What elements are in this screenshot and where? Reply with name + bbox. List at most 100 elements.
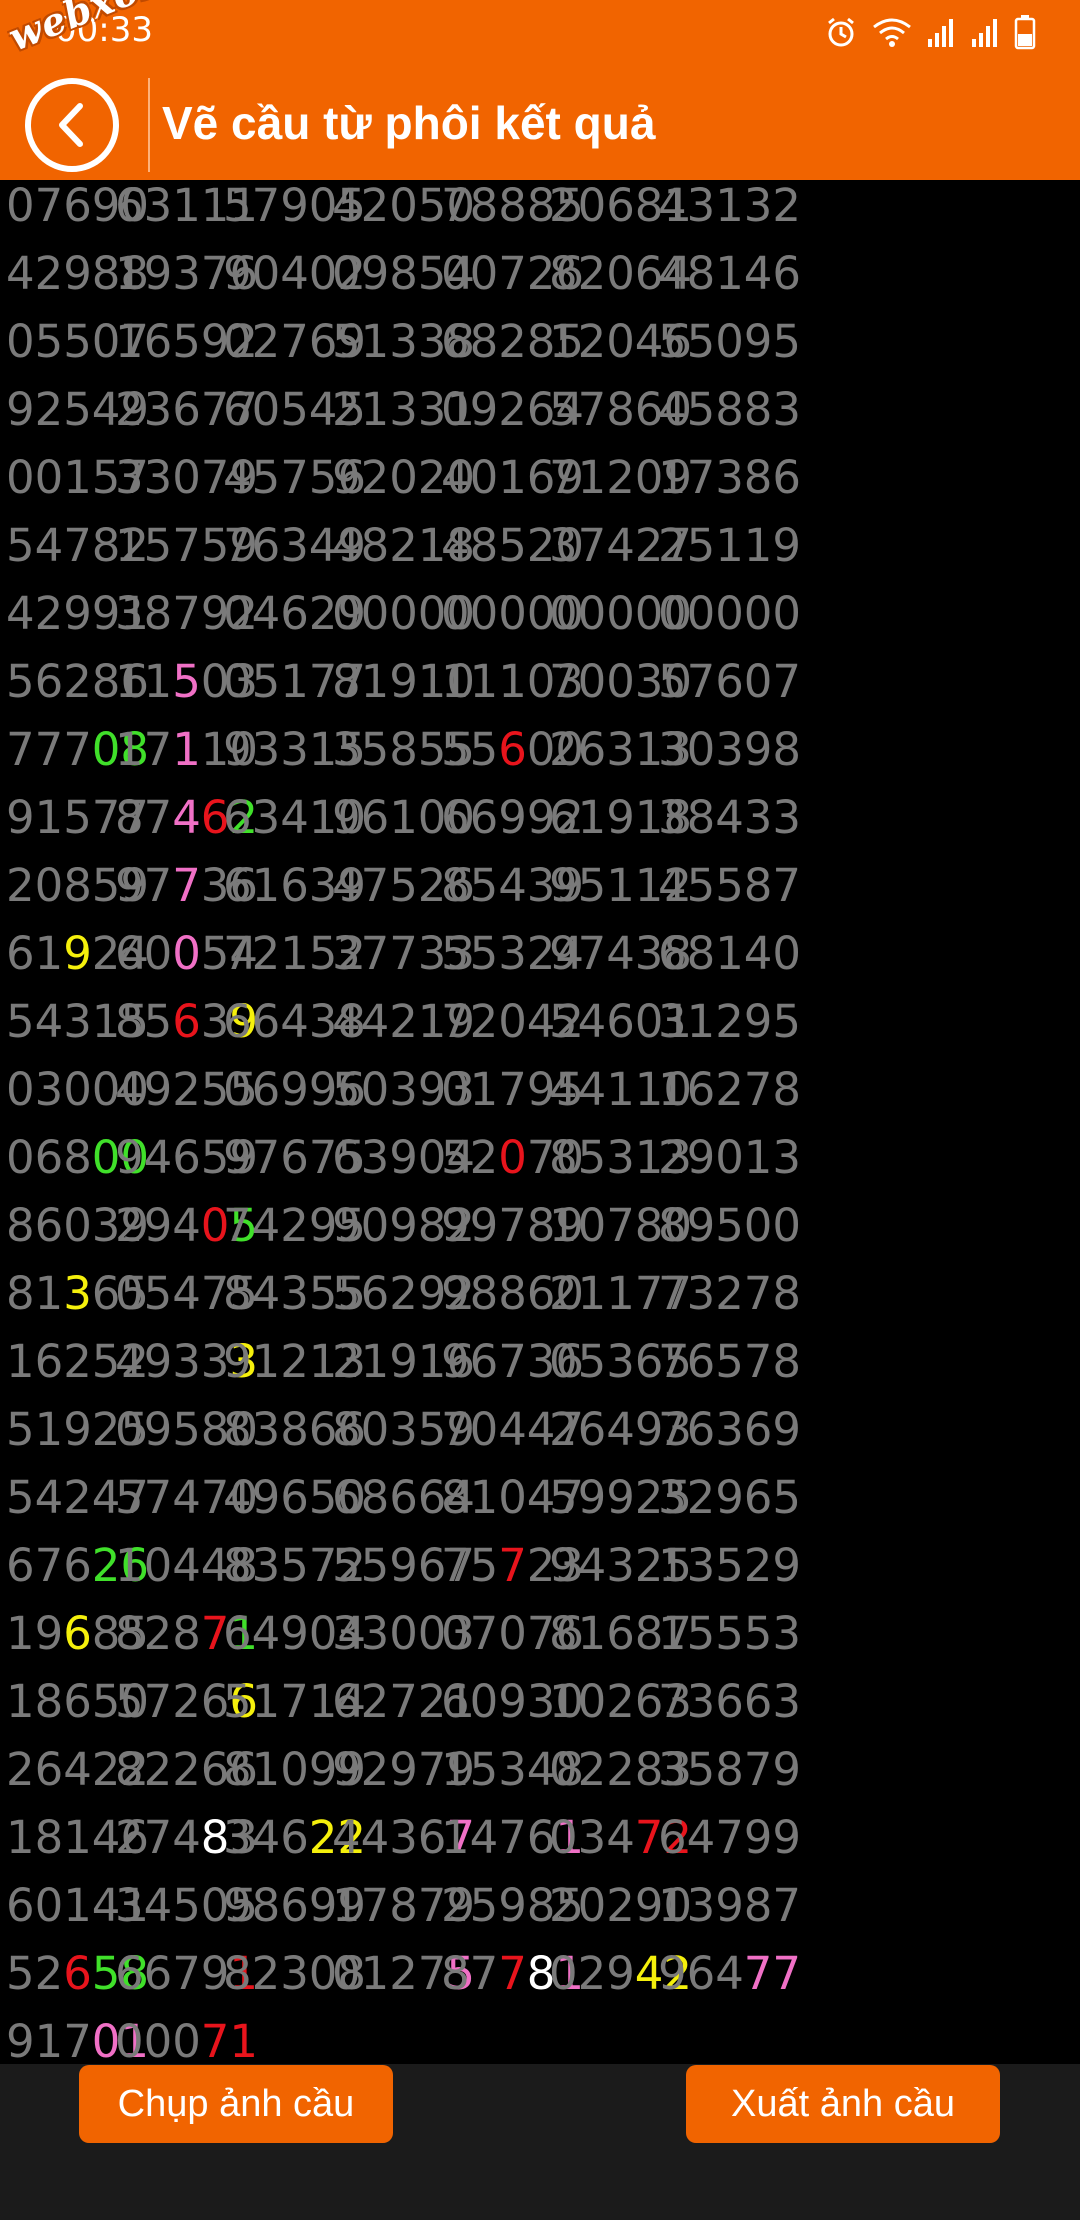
- digit: 0: [549, 1947, 578, 2000]
- grid-cell[interactable]: 64799: [658, 1804, 801, 1872]
- grid-row: 51925 09580 83866 80359 70447 26493 76369: [0, 1396, 1080, 1464]
- digit: 6: [658, 1811, 687, 1864]
- digit: 6: [172, 383, 201, 436]
- status-icons: [824, 12, 1036, 52]
- digit: 0: [251, 383, 281, 436]
- grid-cell[interactable]: 48146: [658, 240, 801, 308]
- digit: 6: [34, 1743, 64, 1796]
- digit: 8: [115, 1607, 144, 1660]
- digit: 0: [606, 587, 635, 640]
- digit: 9: [389, 1131, 418, 1184]
- grid-cell[interactable]: 57607: [658, 648, 801, 716]
- digit: 8: [498, 1267, 527, 1320]
- digit: 9: [772, 1811, 802, 1864]
- grid-cell[interactable]: 35879: [658, 1736, 801, 1804]
- digit: 9: [6, 791, 35, 844]
- digit: 1: [34, 1267, 64, 1320]
- digit: 6: [686, 1063, 716, 1116]
- digit: 5: [686, 383, 716, 436]
- digit: 8: [332, 1403, 361, 1456]
- grid-cell[interactable]: 73278: [658, 1260, 801, 1328]
- grid-cell[interactable]: 68140: [658, 920, 801, 988]
- capture-bridge-button[interactable]: Chụp ảnh cầu: [79, 2065, 393, 2143]
- grid-cell[interactable]: 55095: [658, 308, 801, 376]
- grid-cell[interactable]: 30398: [658, 716, 801, 784]
- digit: 0: [280, 1743, 309, 1796]
- digit: 7: [498, 1063, 527, 1116]
- digit: 9: [606, 791, 635, 844]
- digit: 0: [549, 587, 578, 640]
- grid-cell[interactable]: 13987: [658, 1872, 801, 1940]
- digit: 3: [772, 1607, 802, 1660]
- digit: 0: [143, 2015, 173, 2065]
- digit: 0: [715, 315, 744, 368]
- export-bridge-button[interactable]: Xuất ảnh cầu: [686, 2065, 1000, 2143]
- grid-cell[interactable]: 15553: [658, 1600, 801, 1668]
- grid-cell[interactable]: 96477: [658, 1940, 801, 2008]
- grid-cell[interactable]: 76369: [658, 1396, 801, 1464]
- digit: 0: [686, 587, 716, 640]
- digit: 5: [6, 655, 35, 708]
- digit: 3: [389, 1063, 418, 1116]
- digit: 7: [63, 723, 92, 776]
- digit: 4: [332, 1811, 361, 1864]
- digit: 8: [223, 1743, 252, 1796]
- grid-cell[interactable]: 32965: [658, 1464, 801, 1532]
- digit: 6: [360, 1267, 390, 1320]
- digit: 5: [441, 723, 470, 776]
- digit: 2: [743, 1539, 773, 1592]
- digit: 5: [715, 1335, 744, 1388]
- digit: 8: [686, 927, 716, 980]
- digit: 7: [143, 1811, 173, 1864]
- digit: 2: [469, 995, 499, 1048]
- digit: 6: [34, 1131, 64, 1184]
- digit: 9: [6, 2015, 35, 2065]
- back-button[interactable]: [25, 78, 119, 172]
- digit: 7: [223, 927, 252, 980]
- grid-cell[interactable]: 00071: [115, 2008, 258, 2065]
- digit: 5: [715, 859, 744, 912]
- digit: 2: [577, 1743, 607, 1796]
- digit: 6: [6, 1539, 35, 1592]
- grid-cell[interactable]: 45587: [658, 852, 801, 920]
- grid-cell[interactable]: 13529: [658, 1532, 801, 1600]
- grid-cell[interactable]: 16278: [658, 1056, 801, 1124]
- digit: 5: [686, 519, 716, 572]
- grid-cell[interactable]: 89500: [658, 1192, 801, 1260]
- digit: 6: [172, 995, 201, 1048]
- digit: 1: [389, 791, 418, 844]
- grid-cell[interactable]: 73663: [658, 1668, 801, 1736]
- digit: 1: [606, 1267, 635, 1320]
- digit: 3: [772, 1675, 802, 1728]
- grid-cell[interactable]: 31295: [658, 988, 801, 1056]
- digit: 4: [251, 1811, 281, 1864]
- digit: 4: [606, 1403, 635, 1456]
- digit: 3: [280, 723, 309, 776]
- digit: 6: [686, 1947, 716, 2000]
- digit: 1: [658, 1879, 687, 1932]
- digit: 9: [686, 1131, 716, 1184]
- digit: 0: [549, 1743, 578, 1796]
- digit: 7: [772, 1879, 802, 1932]
- digit: 3: [606, 1539, 635, 1592]
- digit: 1: [441, 1811, 470, 1864]
- digit: 4: [280, 791, 309, 844]
- digit: 1: [63, 1879, 92, 1932]
- digit: 5: [6, 1403, 35, 1456]
- grid-cell[interactable]: 76578: [658, 1328, 801, 1396]
- digit: 9: [389, 1743, 418, 1796]
- grid-cell[interactable]: 17386: [658, 444, 801, 512]
- grid-cell[interactable]: 00000: [658, 580, 801, 648]
- grid-cell[interactable]: 45883: [658, 376, 801, 444]
- digit: 6: [686, 1403, 716, 1456]
- digit: 0: [469, 1675, 499, 1728]
- digit: 9: [143, 1063, 173, 1116]
- grid-cell[interactable]: 38433: [658, 784, 801, 852]
- signal-icon: [926, 15, 956, 49]
- grid-cell[interactable]: 29013: [658, 1124, 801, 1192]
- digit: 6: [223, 791, 252, 844]
- digit: 1: [360, 655, 390, 708]
- grid-cell[interactable]: 25119: [658, 512, 801, 580]
- grid-cell[interactable]: 43132: [658, 180, 801, 240]
- grid-row: 77708 17110 93315 35855 55600 26313 30398: [0, 716, 1080, 784]
